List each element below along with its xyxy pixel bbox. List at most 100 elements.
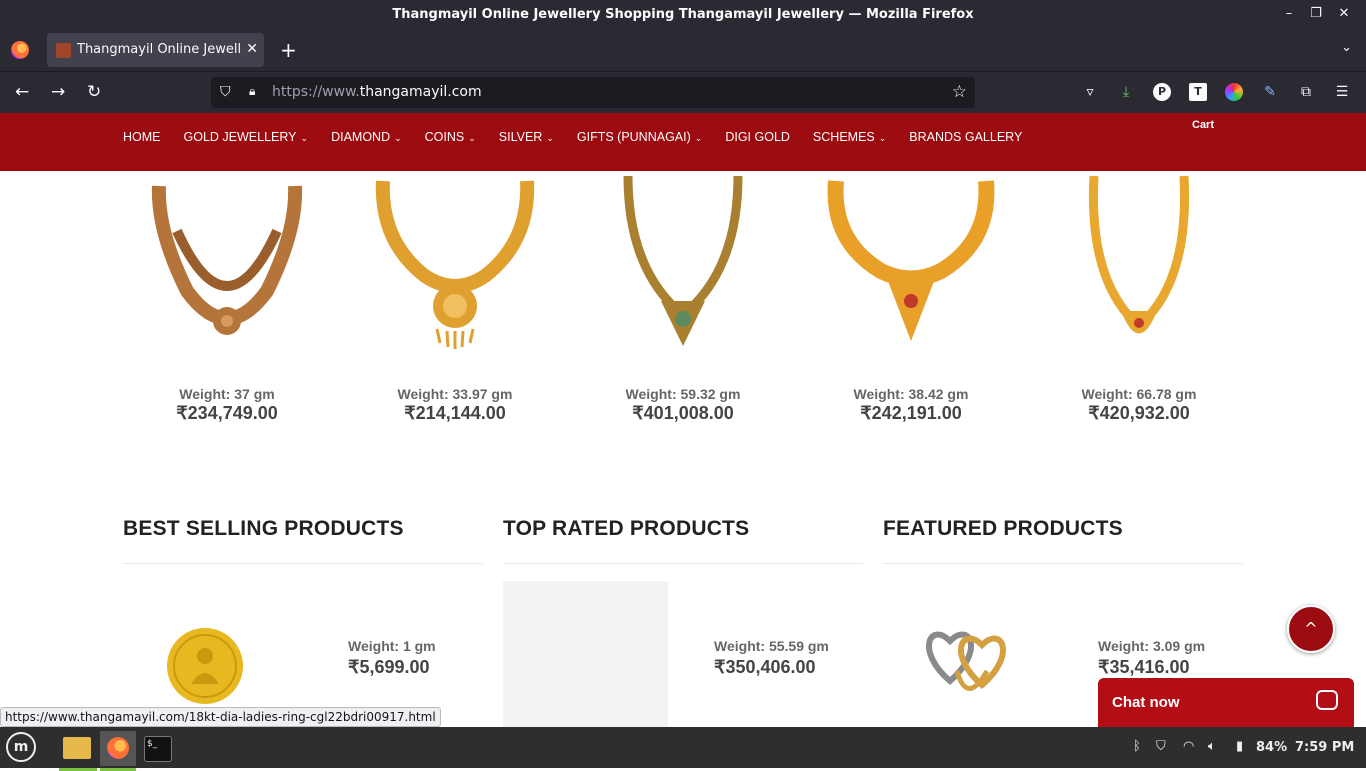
color-picker-extension-icon[interactable] [1225, 83, 1243, 101]
terminal-taskbar-icon[interactable]: $_ [140, 731, 176, 766]
tab-thangamayil[interactable]: Thangmayil Online Jewellery ✕ [47, 33, 264, 67]
site-nav-item[interactable]: GIFTS (PUNNAGAI) ⌄ [577, 130, 702, 144]
downloads-icon[interactable]: ⤓ [1117, 83, 1135, 101]
top-rated-item[interactable]: Weight: 55.59 gm ₹350,406.00 [714, 638, 829, 678]
chat-now-label: Chat now [1112, 694, 1180, 711]
site-nav-item[interactable]: SILVER ⌄ [499, 130, 554, 144]
product-card[interactable]: Weight: 66.78 gm ₹420,932.00 [1029, 171, 1249, 424]
file-manager-taskbar-icon[interactable] [59, 731, 97, 771]
product-image[interactable] [345, 171, 565, 361]
product-image[interactable] [117, 171, 337, 361]
site-nav-label: SILVER [498, 130, 543, 144]
site-nav-label: COINS [424, 130, 465, 144]
extensions-puzzle-icon[interactable]: ⧉ [1297, 83, 1315, 101]
site-nav-item[interactable]: BRANDS GALLERY [909, 130, 1022, 144]
best-selling-heading: BEST SELLING PRODUCTS [123, 517, 404, 540]
site-favicon-icon [56, 43, 71, 58]
chat-bubble-icon [1316, 690, 1338, 710]
featured-item[interactable]: Weight: 3.09 gm ₹35,416.00 [1098, 638, 1205, 678]
site-nav-label: SCHEMES [812, 130, 875, 144]
extension-t-icon[interactable]: T [1189, 83, 1207, 101]
pocket-icon[interactable]: ▿ [1081, 83, 1099, 101]
product-weight: Weight: 59.32 gm [625, 386, 741, 402]
chevron-down-icon: ⌄ [546, 133, 554, 143]
tracking-shield-icon[interactable]: ⛉ [220, 84, 231, 100]
chevron-down-icon: ⌄ [694, 133, 703, 143]
battery-icon[interactable]: ▮ [1236, 739, 1243, 754]
restore-button[interactable]: ❐ [1308, 6, 1324, 22]
product-image[interactable] [573, 171, 793, 361]
site-nav-label: GIFTS (PUNNAGAI) [576, 130, 691, 144]
list-all-tabs-chevron-icon[interactable]: ⌄ [1341, 40, 1352, 55]
clock[interactable]: 7:59 PM [1295, 740, 1354, 755]
back-button[interactable]: ← [15, 82, 29, 102]
site-nav-item[interactable]: DIGI GOLD [725, 130, 790, 144]
product-weight: Weight: 33.97 gm [397, 386, 513, 402]
tab-bar: Thangmayil Online Jewellery ✕ + ⌄ [0, 29, 1366, 71]
minimize-button[interactable]: – [1281, 6, 1297, 22]
chevron-down-icon: ⌄ [468, 133, 476, 143]
product-card[interactable]: Weight: 37 gm ₹234,749.00 [117, 171, 337, 424]
divider [883, 563, 1243, 564]
shield-tray-icon[interactable]: ⛉ [1156, 739, 1166, 754]
site-nav-label: DIGI GOLD [725, 130, 790, 144]
firefox-taskbar-icon[interactable] [100, 731, 136, 771]
link-status-overlay: https://www.thangamayil.com/18kt-dia-lad… [0, 707, 441, 727]
chevron-down-icon: ⌄ [394, 133, 402, 143]
site-nav-label: BRANDS GALLERY [909, 130, 1023, 144]
site-nav-label: HOME [123, 130, 161, 144]
chat-now-widget[interactable]: Chat now [1098, 678, 1354, 727]
url-text[interactable]: https://www.thangamayil.com [272, 84, 482, 100]
product-price: ₹242,191.00 [860, 403, 962, 423]
extension-p-icon[interactable]: P [1153, 83, 1171, 101]
tab-title: Thangmayil Online Jewellery [77, 42, 242, 57]
lock-icon[interactable]: 🔒︎ [249, 84, 255, 99]
product-price: ₹234,749.00 [176, 403, 278, 423]
cart-link[interactable]: Cart [1192, 119, 1214, 131]
product-price: ₹5,699.00 [348, 657, 430, 677]
pen-extension-icon[interactable]: ✎ [1261, 83, 1279, 101]
divider [123, 563, 483, 564]
battery-percent: 84% [1256, 740, 1288, 755]
site-nav-label: GOLD JEWELLERY [183, 130, 297, 144]
url-prefix: https://www. [272, 84, 360, 100]
url-domain: thangamayil.com [359, 84, 482, 100]
chevron-down-icon: ⌄ [878, 133, 887, 143]
site-nav-item[interactable]: GOLD JEWELLERY ⌄ [184, 130, 309, 144]
new-tab-button[interactable]: + [280, 38, 297, 62]
scroll-to-top-button[interactable]: ^ [1287, 605, 1335, 653]
product-price: ₹350,406.00 [714, 657, 816, 677]
site-nav-item[interactable]: COINS ⌄ [425, 130, 476, 144]
product-price: ₹35,416.00 [1098, 657, 1190, 677]
site-nav-item[interactable]: SCHEMES ⌄ [813, 130, 886, 144]
gold-coin-image[interactable] [165, 626, 245, 710]
wifi-icon[interactable]: ◠ [1183, 739, 1194, 754]
best-selling-item[interactable]: Weight: 1 gm ₹5,699.00 [348, 638, 436, 678]
bluetooth-icon[interactable]: ᛒ [1133, 739, 1141, 754]
forward-button[interactable]: → [51, 82, 65, 102]
address-bar[interactable]: ⛉ 🔒︎ https://www.thangamayil.com ☆ [211, 77, 975, 108]
site-nav-item[interactable]: HOME [123, 130, 161, 144]
top-rated-heading: TOP RATED PRODUCTS [503, 517, 750, 540]
linux-mint-menu-icon[interactable]: m [6, 732, 36, 762]
close-window-button[interactable]: ✕ [1336, 6, 1352, 22]
navigation-toolbar: ← → ↻ ⛉ 🔒︎ https://www.thangamayil.com ☆… [0, 71, 1366, 113]
page-content: Weight: 37 gm ₹234,749.00 Weight: 33.97 … [0, 171, 1366, 727]
bookmark-star-icon[interactable]: ☆ [952, 82, 967, 102]
product-card[interactable]: Weight: 59.32 gm ₹401,008.00 [573, 171, 793, 424]
product-image[interactable] [801, 171, 1021, 361]
reload-button[interactable]: ↻ [87, 82, 101, 102]
top-rated-product-image[interactable] [503, 581, 668, 727]
app-menu-icon[interactable]: ☰ [1333, 83, 1351, 101]
heart-ring-image[interactable] [912, 611, 1022, 715]
firefox-icon[interactable] [11, 41, 29, 59]
product-price: ₹401,008.00 [632, 403, 734, 423]
close-tab-icon[interactable]: ✕ [246, 41, 258, 57]
volume-icon[interactable]: 🔈︎ [1208, 739, 1216, 754]
site-main-nav: HOME GOLD JEWELLERY ⌄ DIAMOND ⌄ COINS ⌄ SILVER ⌄… [0, 113, 1366, 171]
os-taskbar: m $_ ᛒ ⛉ ◠ 🔈︎ ▮ 84% 7:59 PM [0, 727, 1366, 771]
product-card[interactable]: Weight: 38.42 gm ₹242,191.00 [801, 171, 1021, 424]
product-card[interactable]: Weight: 33.97 gm ₹214,144.00 [345, 171, 565, 424]
site-nav-item[interactable]: DIAMOND ⌄ [331, 130, 402, 144]
product-image[interactable] [1029, 171, 1249, 361]
